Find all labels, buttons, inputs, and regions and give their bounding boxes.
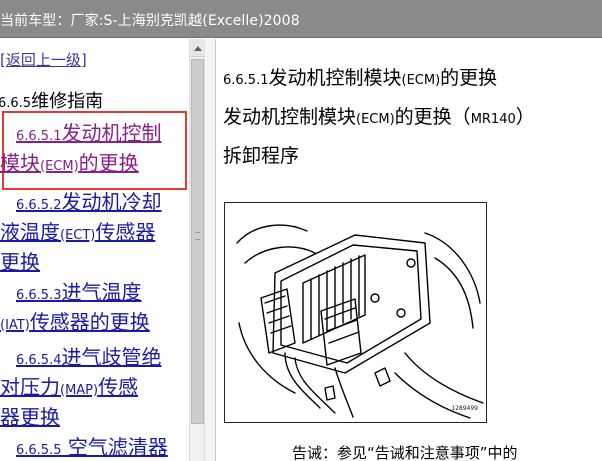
content-title-abbr: (ECM)	[401, 73, 441, 88]
section-heading-text: 维修指南	[31, 91, 104, 112]
nav-item-line2-text: 液温度	[0, 220, 60, 244]
nav-item-abbr: (MAP)	[60, 383, 99, 398]
nav-item-line1: 进气温度	[61, 280, 142, 304]
window-title: 当前车型：厂家:S-上海别克凯越(Excelle)2008	[0, 13, 300, 29]
nav-item-number: 6.6.5.3	[16, 288, 62, 303]
nav-item-line3: 更换	[0, 250, 40, 274]
nav-item-abbr: (ECT)	[60, 228, 96, 243]
nav-item-line2-text: 对压力	[0, 375, 60, 399]
nav-item-abbr: (IAT)	[0, 318, 30, 333]
content-subtitle: 发动机控制模块(ECM)的更换（MR140）	[223, 102, 535, 129]
content-subtitle-mid: 的更换（	[394, 106, 471, 128]
nav-item-ecm-replacement[interactable]: 6.6.5.1发动机控制 模块(ECM)的更换	[0, 120, 189, 180]
content-subtitle-text: 发动机控制模块	[223, 106, 357, 128]
nav-item-line2-text: 模块	[0, 151, 40, 175]
nav-item-air-filter[interactable]: 6.6.5.5 空气滤清器	[0, 434, 189, 461]
figure-id-label: 1289499	[451, 405, 478, 412]
nav-item-line2-tail: 的更换	[78, 151, 139, 175]
content-subtitle-abbr: (ECM)	[356, 112, 395, 127]
ecm-line-drawing	[236, 224, 484, 419]
nav-item-line2-tail: 传感器的更换	[29, 310, 150, 334]
nav-scrollbar[interactable]	[189, 39, 205, 461]
scroll-up-arrow-icon[interactable]	[190, 39, 205, 57]
content-subtitle-tail: ）	[515, 106, 535, 128]
content-title: 6.6.5.1发动机控制模块(ECM)的更换	[223, 63, 497, 90]
nav-item-number: 6.6.5.1	[16, 129, 62, 144]
nav-item-abbr: (ECM)	[40, 159, 79, 174]
nav-item-number: 6.6.5.2	[16, 198, 62, 213]
ecm-illustration: 1289499	[224, 202, 487, 423]
pane-divider[interactable]	[205, 39, 216, 461]
content-title-text: 发动机控制模块	[268, 67, 402, 89]
nav-item-line1: 发动机冷却	[61, 190, 162, 214]
content-title-number: 6.6.5.1	[223, 73, 269, 88]
content-title-tail: 的更换	[440, 67, 498, 89]
procedure-heading: 拆卸程序	[223, 145, 300, 167]
nav-item-line2-tail: 传感器	[95, 220, 156, 244]
nav-item-line1: 空气滤清器	[61, 435, 168, 459]
scroll-thumb[interactable]	[191, 59, 204, 424]
window-titlebar: 当前车型：厂家:S-上海别克凯越(Excelle)2008	[0, 0, 602, 38]
nav-item-line1: 发动机控制	[61, 121, 162, 145]
nav-item-ect-sensor-replacement[interactable]: 6.6.5.2发动机冷却 液温度(ECT)传感器 更换	[0, 189, 189, 276]
nav-item-number: 6.6.5.4	[16, 353, 62, 368]
content-pane: 6.6.5.1发动机控制模块(ECM)的更换 发动机控制模块(ECM)的更换（M…	[217, 39, 602, 461]
navigation-pane: [返回上一级] 6.6.5维修指南 6.6.5.1发动机控制 模块(ECM)的更…	[0, 39, 189, 461]
nav-item-number: 6.6.5.5	[16, 443, 62, 458]
nav-item-line1: 进气歧管绝	[61, 345, 162, 369]
section-heading-number: 6.6.5	[0, 96, 32, 111]
nav-item-line2-tail: 传感	[98, 375, 139, 399]
nav-item-line3: 器更换	[0, 405, 60, 429]
caution-text: 告诫：参见“告诫和注意事项”中的	[292, 444, 518, 461]
section-heading: 6.6.5维修指南	[0, 87, 103, 113]
content-subtitle-code: MR140	[470, 112, 516, 127]
nav-item-iat-sensor-replacement[interactable]: 6.6.5.3进气温度 (IAT)传感器的更换	[0, 279, 189, 339]
back-link[interactable]: [返回上一级]	[0, 49, 87, 70]
nav-item-map-sensor-replacement[interactable]: 6.6.5.4进气歧管绝 对压力(MAP)传感 器更换	[0, 344, 189, 431]
